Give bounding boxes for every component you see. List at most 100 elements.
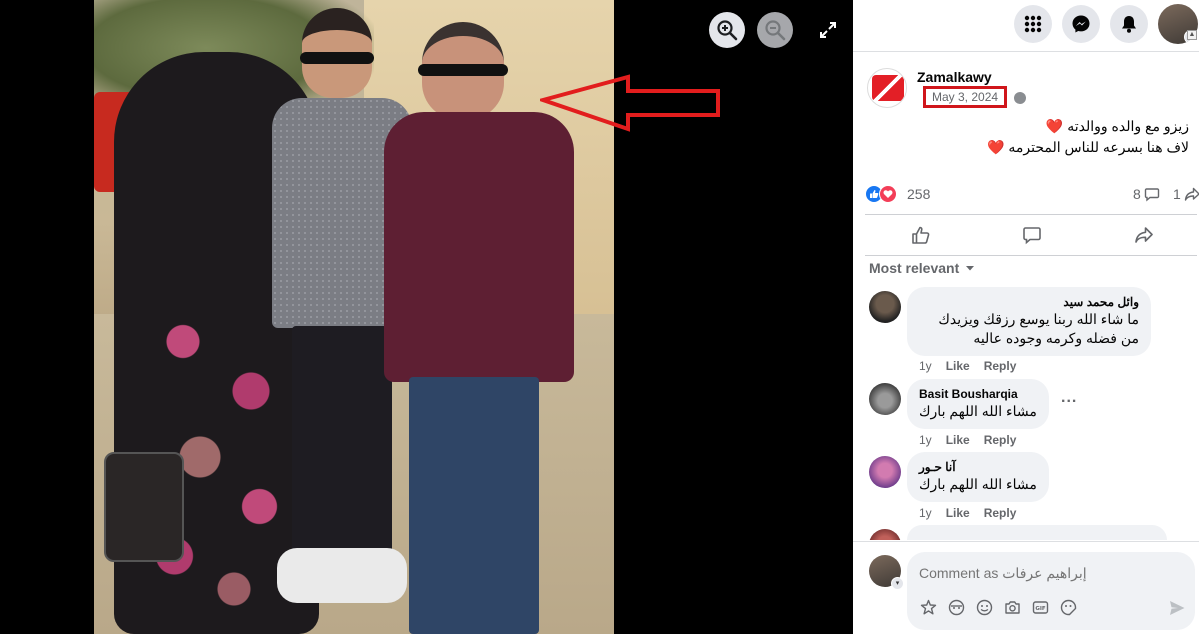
gif-button[interactable]: GIF bbox=[1031, 598, 1049, 616]
post-text-line-2-content: لاف هنا بسرعه للناس المحترمه bbox=[1008, 139, 1189, 155]
zoom-in-button[interactable] bbox=[709, 12, 745, 48]
composer-tools: GIF bbox=[919, 598, 1077, 616]
comment-sort-dropdown[interactable]: Most relevant bbox=[869, 260, 975, 276]
comment-age[interactable]: 1y bbox=[919, 506, 932, 520]
commenter-avatar[interactable] bbox=[869, 383, 901, 415]
reaction-count[interactable]: 258 bbox=[907, 186, 930, 202]
send-comment-button[interactable] bbox=[1167, 598, 1187, 618]
emoji-button[interactable] bbox=[975, 598, 993, 616]
comment-icon bbox=[1023, 227, 1041, 245]
red-annotation-arrow bbox=[540, 74, 720, 132]
comment-count[interactable]: 8 bbox=[1133, 186, 1160, 202]
comment-age[interactable]: 1y bbox=[919, 359, 932, 373]
comment-button[interactable] bbox=[1012, 221, 1052, 249]
zoom-in-icon bbox=[717, 20, 738, 41]
photo-viewer bbox=[0, 0, 853, 634]
comment-meta: 1y Like Reply bbox=[919, 506, 1016, 520]
scrollbar-up-arrow[interactable]: ▲ bbox=[1187, 30, 1197, 40]
post-date[interactable]: May 3, 2024 bbox=[923, 86, 1008, 108]
messenger-icon bbox=[1072, 15, 1090, 33]
zoom-out-icon bbox=[765, 20, 786, 41]
blue-jeans bbox=[409, 377, 539, 634]
page-avatar[interactable] bbox=[867, 68, 907, 108]
svg-text:GIF: GIF bbox=[1035, 606, 1046, 612]
like-button[interactable] bbox=[901, 221, 941, 249]
heart-emoji-icon: ❤️ bbox=[987, 139, 1005, 155]
comment-sort-label: Most relevant bbox=[869, 260, 960, 276]
comment-text: ما شاء الله ربنا يوسع رزقك ويزيدك من فضل… bbox=[938, 311, 1139, 346]
comment-box: GIF bbox=[907, 552, 1195, 630]
post-text-line-2: لاف هنا بسرعه للناس المحترمه ❤️ bbox=[869, 137, 1189, 158]
comment-like-button[interactable]: Like bbox=[946, 506, 970, 520]
menu-button[interactable] bbox=[1014, 5, 1052, 43]
black-pants bbox=[292, 326, 392, 556]
post-text: زيزو مع والده ووالدته ❤️ لاف هنا بسرعه ل… bbox=[869, 116, 1189, 158]
notifications-button[interactable] bbox=[1110, 5, 1148, 43]
post-text-line-1: زيزو مع والده ووالدته ❤️ bbox=[869, 116, 1189, 137]
comment-bubble bbox=[907, 525, 1167, 540]
caret-down-icon bbox=[966, 266, 975, 271]
sunglasses bbox=[418, 64, 508, 76]
emoji-icon bbox=[976, 599, 992, 615]
gif-icon: GIF bbox=[1032, 600, 1048, 614]
handbag bbox=[104, 452, 184, 562]
comment-text: مشاء الله اللهم بارك bbox=[919, 403, 1037, 419]
commenter-avatar[interactable] bbox=[869, 456, 901, 488]
post-side-panel: ▾ ▲ Zamalkawy May 3, 2024 زيزو مع والده … bbox=[853, 0, 1199, 634]
comment-reply-button[interactable]: Reply bbox=[984, 359, 1017, 373]
comment-meta: 1y Like Reply bbox=[919, 433, 1016, 447]
chevron-down-icon: ▾ bbox=[891, 577, 904, 590]
comment-age[interactable]: 1y bbox=[919, 433, 932, 447]
comment-list: وائل محمد سيد ما شاء الله ربنا يوسع رزقك… bbox=[853, 284, 1199, 540]
share-button[interactable] bbox=[1124, 221, 1164, 249]
commenter-name[interactable]: وائل محمد سيد bbox=[919, 294, 1139, 310]
post-photo[interactable] bbox=[94, 0, 614, 634]
like-icon bbox=[912, 226, 930, 244]
comment-like-button[interactable]: Like bbox=[946, 433, 970, 447]
page-name[interactable]: Zamalkawy bbox=[917, 69, 992, 85]
sticker-icon bbox=[920, 599, 936, 614]
fullscreen-button[interactable] bbox=[810, 12, 846, 48]
comment-count-value: 8 bbox=[1133, 186, 1141, 202]
share-icon bbox=[1135, 227, 1153, 243]
post-actions-bar bbox=[865, 214, 1197, 256]
comment-input[interactable] bbox=[919, 563, 1179, 583]
fullscreen-icon bbox=[820, 22, 836, 38]
sunglasses bbox=[300, 52, 374, 64]
bell-icon bbox=[1122, 16, 1136, 33]
commenter-name[interactable]: Basit Bousharqia bbox=[919, 386, 1037, 402]
comment-reply-button[interactable]: Reply bbox=[984, 433, 1017, 447]
comment-like-button[interactable]: Like bbox=[946, 359, 970, 373]
zamalek-logo-icon bbox=[872, 75, 904, 101]
comment-bubble: Basit Bousharqia مشاء الله اللهم بارك bbox=[907, 379, 1049, 429]
heart-emoji-icon: ❤️ bbox=[1045, 118, 1064, 134]
share-count-value: 1 bbox=[1173, 186, 1181, 202]
messenger-button[interactable] bbox=[1062, 5, 1100, 43]
share-count[interactable]: 1 bbox=[1173, 186, 1199, 202]
avatar-emoji-icon bbox=[948, 599, 964, 615]
sticker-face-button[interactable] bbox=[1059, 598, 1077, 616]
commenter-name[interactable]: آنا حـور bbox=[919, 459, 1037, 475]
photo-button[interactable] bbox=[1003, 598, 1021, 616]
my-avatar[interactable]: ▾ bbox=[869, 555, 904, 590]
globe-icon[interactable] bbox=[1014, 92, 1026, 104]
commenter-avatar[interactable] bbox=[869, 291, 901, 323]
comment-options-button[interactable]: ... bbox=[1061, 389, 1077, 407]
commenter-avatar[interactable] bbox=[869, 529, 901, 540]
maroon-shirt bbox=[384, 112, 574, 382]
share-arrow-icon bbox=[1184, 187, 1199, 201]
menu-grid-icon bbox=[1024, 15, 1042, 33]
love-reaction-icon[interactable] bbox=[879, 185, 897, 203]
zoom-out-button[interactable] bbox=[757, 12, 793, 48]
sticker-face-icon bbox=[1060, 599, 1076, 615]
camera-icon bbox=[1004, 600, 1020, 614]
send-icon bbox=[1170, 601, 1185, 615]
avatar-sticker-button[interactable] bbox=[947, 598, 965, 616]
comment-text: مشاء الله اللهم بارك bbox=[919, 476, 1037, 492]
comment-bubble: وائل محمد سيد ما شاء الله ربنا يوسع رزقك… bbox=[907, 287, 1151, 356]
comment-reply-button[interactable]: Reply bbox=[984, 506, 1017, 520]
post-text-line-1-content: زيزو مع والده ووالدته bbox=[1067, 118, 1189, 134]
comment-bubble: آنا حـور مشاء الله اللهم بارك bbox=[907, 452, 1049, 502]
comment-meta: 1y Like Reply bbox=[919, 359, 1016, 373]
sticker-button[interactable] bbox=[919, 598, 937, 616]
